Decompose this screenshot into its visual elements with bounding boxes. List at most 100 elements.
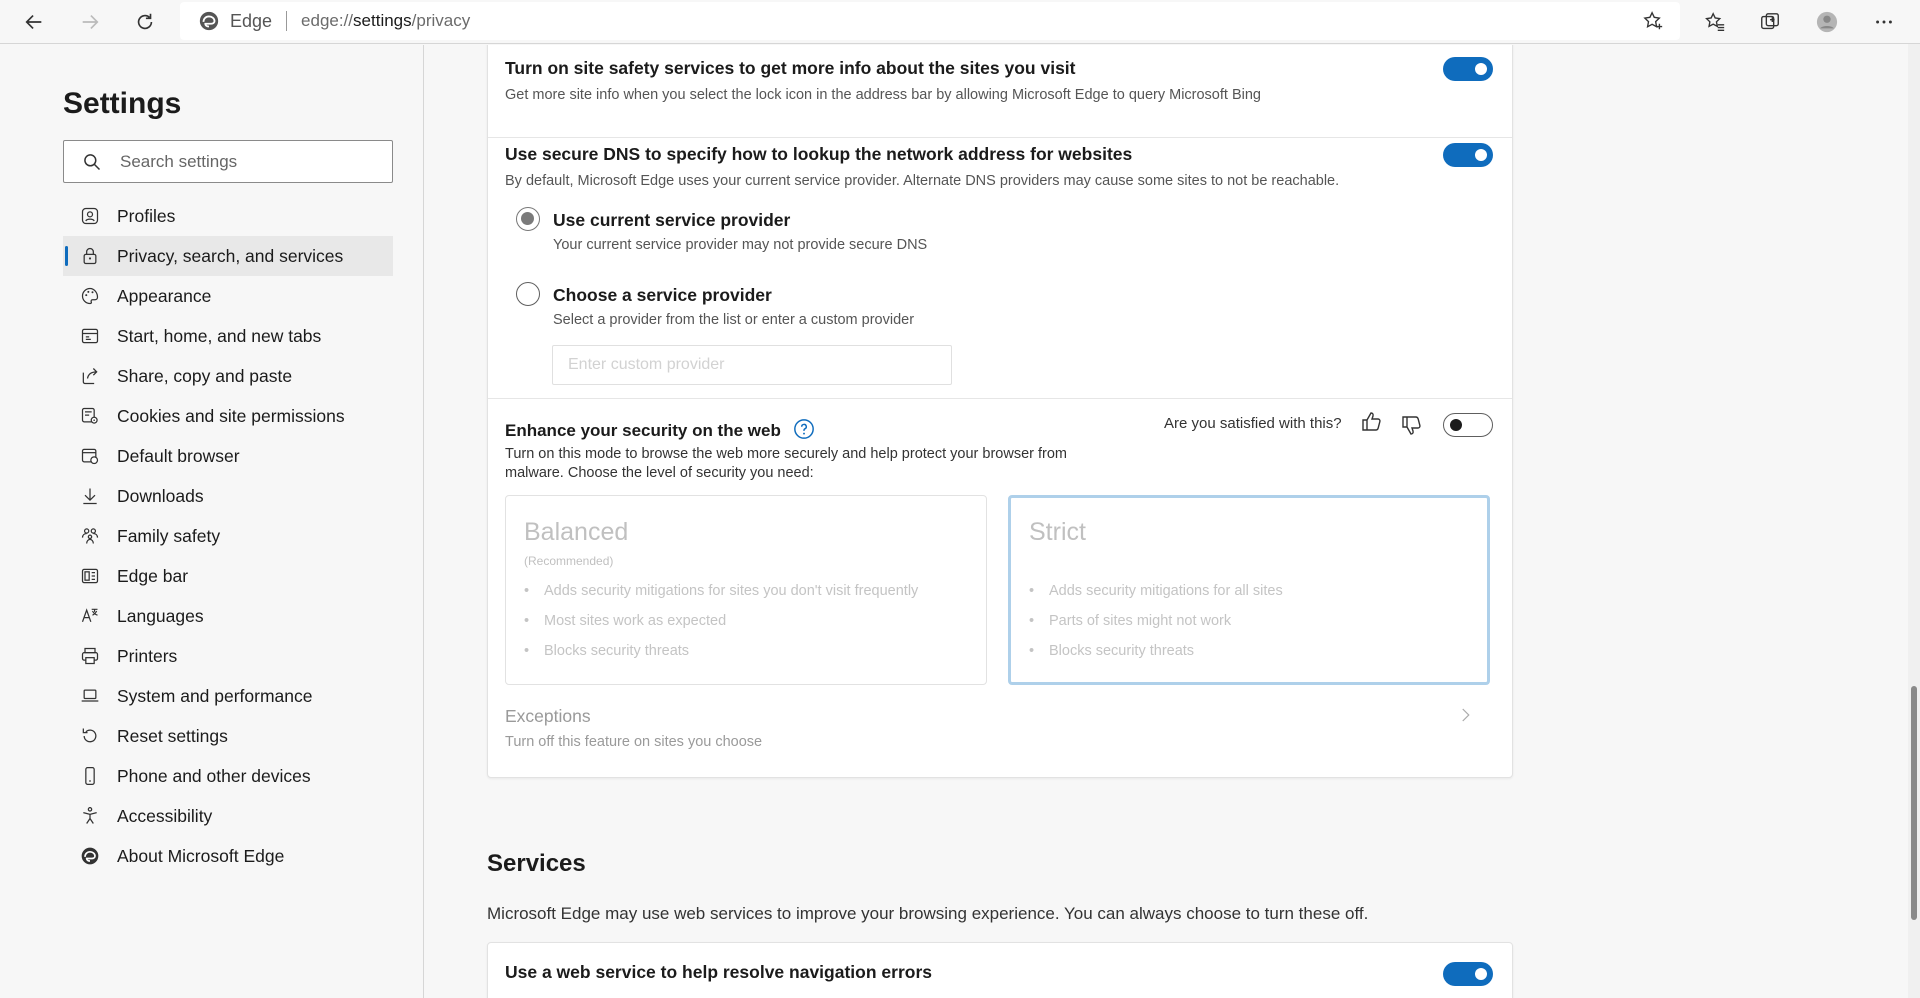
- exceptions-title[interactable]: Exceptions: [505, 706, 591, 727]
- sidebar-item-label: System and performance: [117, 685, 313, 706]
- sidebar-item-reset-settings[interactable]: Reset settings: [63, 716, 393, 756]
- sidebar-item-privacy-search-and-services[interactable]: Privacy, search, and services: [63, 236, 393, 276]
- accessibility-icon: [80, 806, 100, 826]
- balanced-option[interactable]: Balanced (Recommended) Adds security mit…: [505, 495, 987, 685]
- exceptions-desc: Turn off this feature on sites you choos…: [505, 734, 763, 750]
- strict-option[interactable]: Strict Adds security mitigations for all…: [1008, 495, 1490, 685]
- refresh-button[interactable]: [127, 6, 163, 38]
- sidebar-item-label: Default browser: [117, 445, 240, 466]
- enhance-security-title: Enhance your security on the web: [505, 421, 781, 440]
- profile-button[interactable]: [1809, 6, 1845, 38]
- services-heading: Services: [487, 850, 586, 877]
- security-card: Turn on site safety services to get more…: [487, 45, 1513, 778]
- settings-nav: Profiles Privacy, search, and services App…: [63, 196, 393, 876]
- scrollbar-thumb[interactable]: [1911, 686, 1917, 920]
- sidebar-item-label: Reset settings: [117, 725, 228, 746]
- sidebar-item-phone-and-other-devices[interactable]: Phone and other devices: [63, 756, 393, 796]
- secure-dns-title: Use secure DNS to specify how to lookup …: [505, 144, 1133, 164]
- enhance-security-toggle[interactable]: [1443, 413, 1493, 437]
- back-button[interactable]: [16, 6, 52, 38]
- search-icon: [84, 153, 101, 170]
- nav-errors-toggle[interactable]: [1443, 962, 1493, 986]
- edge-logo-icon: [199, 11, 219, 31]
- url-scheme: edge://: [301, 11, 354, 30]
- scrollbar[interactable]: [1908, 44, 1920, 998]
- sidebar-item-label: Privacy, search, and services: [117, 245, 344, 266]
- sidebar-item-label: Cookies and site permissions: [117, 405, 345, 426]
- balanced-bullets: Adds security mitigations for sites you …: [524, 576, 918, 666]
- download-icon: [80, 486, 100, 506]
- family-icon: [80, 526, 100, 546]
- bullet-item: Most sites work as expected: [524, 606, 918, 636]
- forward-arrow-icon: [82, 14, 99, 30]
- cookie-settings-icon: [80, 406, 100, 426]
- sidebar-item-start-home-and-new-tabs[interactable]: Start, home, and new tabs: [63, 316, 393, 356]
- collections-icon: [1761, 13, 1779, 30]
- strict-bullets: Adds security mitigations for all sites …: [1029, 576, 1283, 666]
- forward-button[interactable]: [72, 6, 108, 38]
- site-safety-title: Turn on site safety services to get more…: [505, 58, 1076, 78]
- search-input[interactable]: [120, 151, 380, 172]
- sidebar-item-cookies-and-site-permissions[interactable]: Cookies and site permissions: [63, 396, 393, 436]
- sidebar-item-family-safety[interactable]: Family safety: [63, 516, 393, 556]
- sidebar-item-label: Profiles: [117, 205, 176, 226]
- secure-dns-toggle[interactable]: [1443, 143, 1493, 167]
- more-dots-icon: [1876, 20, 1892, 24]
- thumbs-down-icon[interactable]: [1400, 413, 1424, 437]
- phone-icon: [80, 766, 100, 786]
- url-text: edge://settings/privacy: [301, 11, 470, 31]
- feedback-question: Are you satisfied with this?: [1164, 415, 1342, 432]
- sidebar-item-label: Family safety: [117, 525, 221, 546]
- palette-icon: [80, 286, 100, 306]
- sidebar-item-default-browser[interactable]: Default browser: [63, 436, 393, 476]
- sidebar-item-system-and-performance[interactable]: System and performance: [63, 676, 393, 716]
- sidebar-item-printers[interactable]: Printers: [63, 636, 393, 676]
- sidebar-item-label: Accessibility: [117, 805, 213, 826]
- sidebar-item-accessibility[interactable]: Accessibility: [63, 796, 393, 836]
- share-icon: [80, 366, 100, 386]
- favorites-icon: [1705, 12, 1725, 31]
- sidebar-item-label: Edge bar: [117, 565, 189, 586]
- favorites-button[interactable]: [1697, 6, 1733, 38]
- add-favorite-icon[interactable]: [1642, 10, 1664, 32]
- sidebar-item-label: Printers: [117, 645, 178, 666]
- services-desc: Microsoft Edge may use web services to i…: [487, 904, 1369, 923]
- bullet-item: Blocks security threats: [1029, 636, 1283, 666]
- radio-current-provider[interactable]: [516, 207, 540, 231]
- custom-provider-input[interactable]: Enter custom provider: [552, 345, 952, 385]
- sidebar-item-edge-bar[interactable]: Edge bar: [63, 556, 393, 596]
- window-icon: [80, 326, 100, 346]
- sidebar-item-downloads[interactable]: Downloads: [63, 476, 393, 516]
- site-safety-toggle[interactable]: [1443, 57, 1493, 81]
- address-bar[interactable]: Edge edge://settings/privacy: [180, 2, 1680, 40]
- sidebar-item-label: Downloads: [117, 485, 204, 506]
- sidebar-item-appearance[interactable]: Appearance: [63, 276, 393, 316]
- sidebar-item-label: Appearance: [117, 285, 212, 306]
- current-provider-desc: Your current service provider may not pr…: [553, 237, 928, 253]
- chevron-right-icon[interactable]: [1456, 706, 1474, 724]
- edge-bar-icon: [80, 566, 100, 586]
- collections-button[interactable]: [1752, 6, 1788, 38]
- printer-icon: [80, 646, 100, 666]
- sidebar-item-label: Share, copy and paste: [117, 365, 293, 386]
- radio-choose-provider[interactable]: [516, 282, 540, 306]
- back-arrow-icon: [25, 14, 42, 30]
- balanced-title: Balanced: [524, 518, 629, 546]
- choose-provider-title: Choose a service provider: [553, 285, 772, 305]
- sidebar-item-profiles[interactable]: Profiles: [63, 196, 393, 236]
- thumbs-up-icon[interactable]: [1360, 410, 1384, 434]
- search-settings-box[interactable]: [63, 140, 393, 183]
- site-safety-desc: Get more site info when you select the l…: [505, 87, 1261, 103]
- sidebar-item-about-microsoft-edge[interactable]: About Microsoft Edge: [63, 836, 393, 876]
- laptop-icon: [80, 686, 100, 706]
- enhance-desc-line2: malware. Choose the level of security yo…: [505, 465, 814, 481]
- help-icon[interactable]: [793, 418, 815, 440]
- sidebar-item-label: Phone and other devices: [117, 765, 311, 786]
- divider: [488, 137, 1512, 138]
- profile-icon: [80, 206, 100, 226]
- sidebar-item-share-copy-and-paste[interactable]: Share, copy and paste: [63, 356, 393, 396]
- browser-toolbar: Edge edge://settings/privacy: [0, 0, 1920, 44]
- sidebar-item-languages[interactable]: Languages: [63, 596, 393, 636]
- sidebar-item-label: Languages: [117, 605, 204, 626]
- more-button[interactable]: [1866, 6, 1902, 38]
